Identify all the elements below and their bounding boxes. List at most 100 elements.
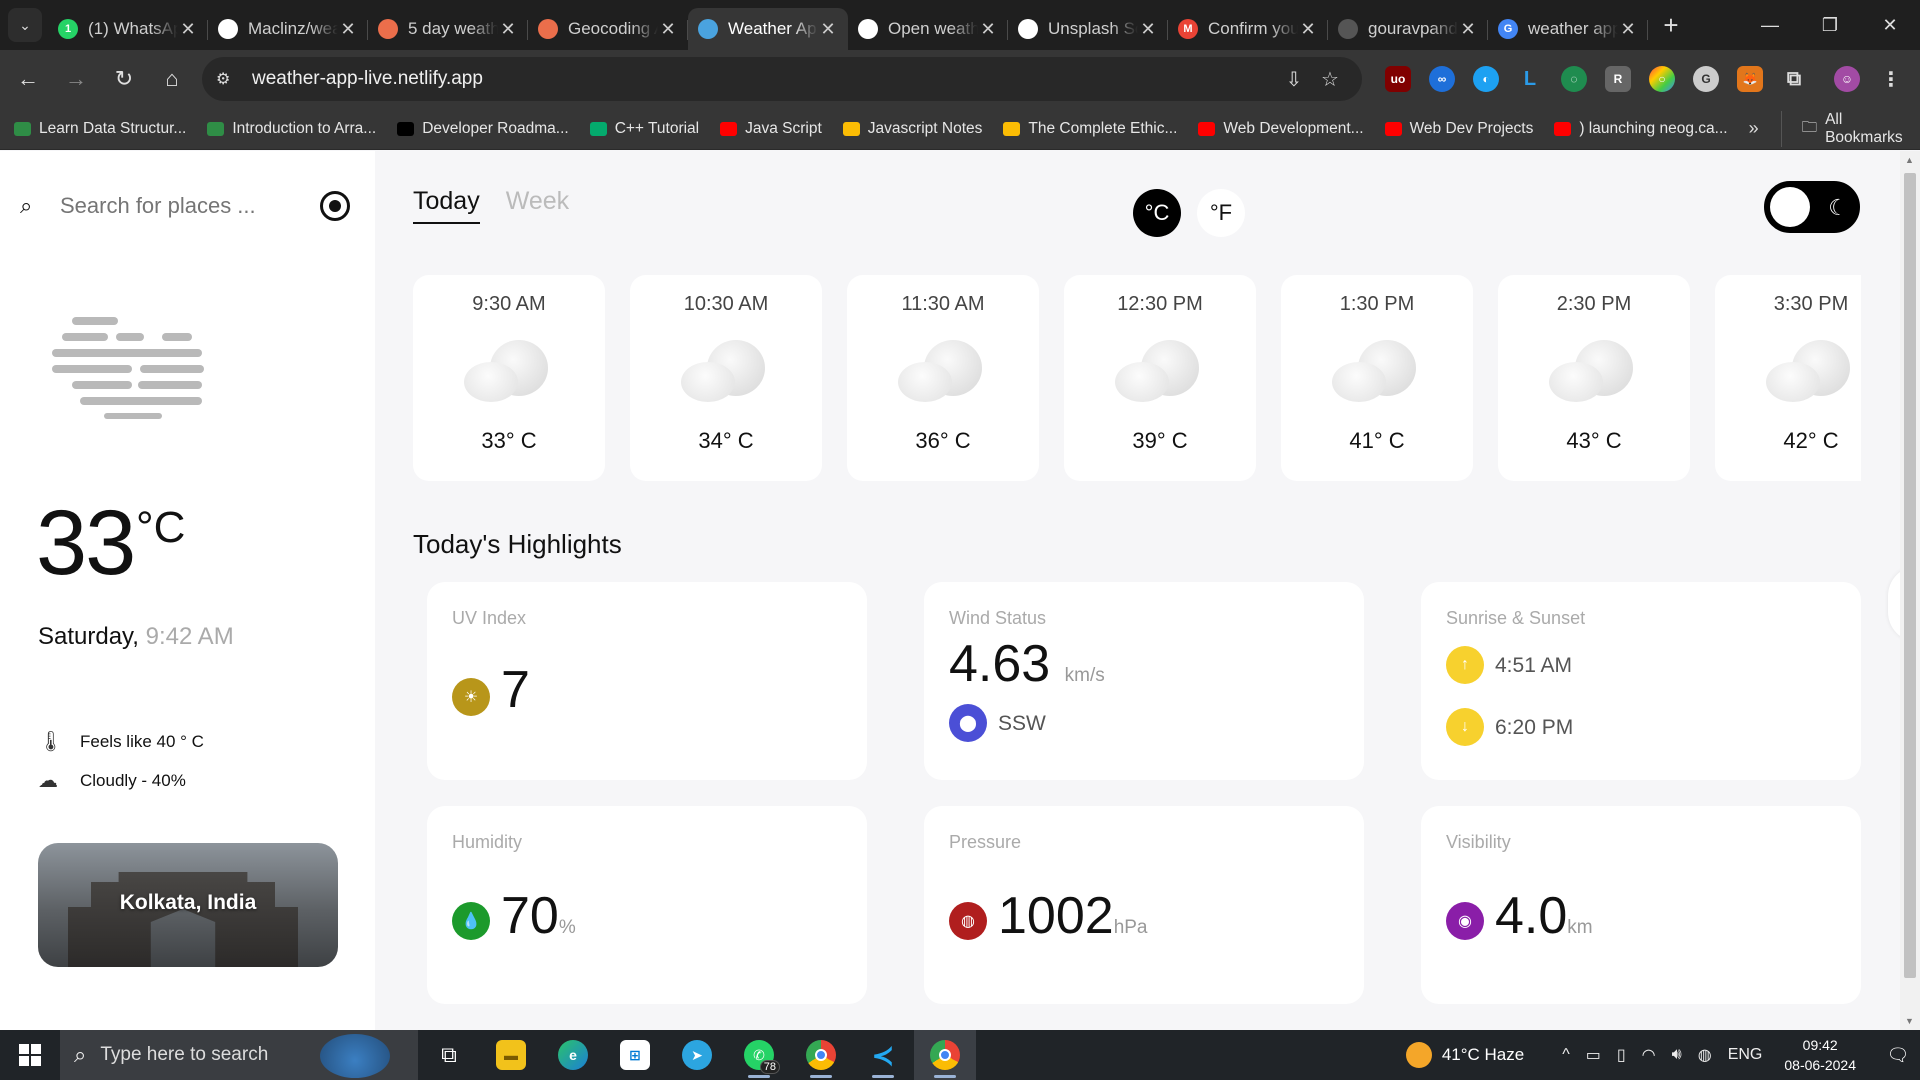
tab-today[interactable]: Today: [413, 187, 480, 224]
more-bookmarks-chevron-icon[interactable]: »: [1749, 118, 1759, 139]
home-button[interactable]: ⌂: [152, 59, 192, 99]
minimize-button[interactable]: —: [1740, 0, 1800, 50]
close-tab-icon[interactable]: ✕: [338, 19, 358, 40]
tab-search-button[interactable]: ⌄: [8, 8, 42, 42]
language-indicator[interactable]: ENG: [1728, 1046, 1763, 1064]
microsoft-store-icon[interactable]: ⊞: [604, 1030, 666, 1080]
notification-center-icon[interactable]: 🗨: [1876, 1030, 1920, 1080]
device-icon[interactable]: ▯: [1617, 1045, 1626, 1065]
battery-icon[interactable]: ▭: [1586, 1045, 1601, 1065]
volume-icon[interactable]: 🔊︎: [1672, 1046, 1682, 1064]
file-explorer-icon[interactable]: ▬: [480, 1030, 542, 1080]
extension-icon[interactable]: R: [1605, 66, 1631, 92]
close-window-button[interactable]: ✕: [1860, 0, 1920, 50]
site-info-icon[interactable]: ⚙: [216, 69, 242, 89]
profile-avatar[interactable]: ☺: [1834, 66, 1860, 92]
chrome-icon[interactable]: [790, 1030, 852, 1080]
cloud-icon: [898, 340, 988, 402]
close-tab-icon[interactable]: ✕: [1458, 19, 1478, 40]
bookmark-item[interactable]: The Complete Ethic...: [1003, 120, 1177, 138]
back-button[interactable]: ←: [8, 59, 48, 99]
bookmark-item[interactable]: Developer Roadma...: [397, 120, 569, 138]
bookmark-favicon-icon: [14, 121, 31, 136]
taskbar-clock[interactable]: 09:42 08-06-2024: [1784, 1035, 1856, 1075]
start-button[interactable]: [0, 1030, 60, 1080]
bookmark-item[interactable]: ) launching neog.ca...: [1554, 120, 1728, 138]
close-tab-icon[interactable]: ✕: [658, 19, 678, 40]
bookmark-item[interactable]: C++ Tutorial: [589, 120, 699, 138]
close-tab-icon[interactable]: ✕: [1298, 19, 1318, 40]
metamask-extension-icon[interactable]: 🦊: [1737, 66, 1763, 92]
all-bookmarks-button[interactable]: 🗀 All Bookmarks: [1780, 110, 1903, 147]
close-tab-icon[interactable]: ✕: [818, 19, 838, 40]
bookmark-item[interactable]: Learn Data Structur...: [14, 120, 186, 138]
browser-tab[interactable]: 1 (1) WhatsApp✕: [48, 8, 208, 50]
ublock-extension-icon[interactable]: uo: [1385, 66, 1411, 92]
extension-icon[interactable]: L: [1517, 66, 1543, 92]
browser-tab[interactable]: 5 day weather✕: [368, 8, 528, 50]
close-tab-icon[interactable]: ✕: [498, 19, 518, 40]
grammarly-extension-icon[interactable]: G: [1693, 66, 1719, 92]
browser-tab[interactable]: Geocoding API✕: [528, 8, 688, 50]
close-tab-icon[interactable]: ✕: [178, 19, 198, 40]
browser-tab-strip: ⌄ 1(1) WhatsApp✕Maclinz/weather✕5 day we…: [0, 0, 1920, 50]
browser-tab-title: gouravpandey: [1368, 19, 1458, 38]
celsius-button[interactable]: °C: [1133, 189, 1181, 237]
telegram-icon[interactable]: ➤: [666, 1030, 728, 1080]
extension-icon[interactable]: ◐: [1473, 66, 1499, 92]
bookmark-item[interactable]: Web Development...: [1198, 120, 1364, 138]
page-scrollbar[interactable]: ▲ ▼: [1900, 151, 1920, 1030]
close-tab-icon[interactable]: ✕: [1618, 19, 1638, 40]
bookmark-favicon-icon: [720, 121, 738, 136]
browser-tab[interactable]: Weather App ✕: [688, 8, 848, 50]
browser-tab[interactable]: Unsplash Source✕: [1008, 8, 1168, 50]
edge-icon[interactable]: e: [542, 1030, 604, 1080]
microphone-icon[interactable]: ◍: [1698, 1045, 1712, 1065]
current-location-icon[interactable]: [320, 191, 350, 221]
dark-mode-toggle[interactable]: ☾: [1764, 181, 1860, 233]
browser-tab[interactable]: Maclinz/weather✕: [208, 8, 368, 50]
restore-button[interactable]: ❐: [1800, 0, 1860, 50]
close-tab-icon[interactable]: ✕: [978, 19, 998, 40]
whatsapp-icon[interactable]: ✆ 78: [728, 1030, 790, 1080]
browser-tab[interactable]: Open weather✕: [848, 8, 1008, 50]
extension-icon[interactable]: ◌: [1561, 66, 1587, 92]
tab-week[interactable]: Week: [506, 187, 569, 224]
wifi-icon[interactable]: ◠: [1642, 1045, 1656, 1065]
forward-button[interactable]: →: [56, 59, 96, 99]
scroll-up-arrow-icon[interactable]: ▲: [1905, 155, 1914, 165]
browser-tab[interactable]: Gweather app ✕: [1488, 8, 1648, 50]
show-hidden-icons-chevron-icon[interactable]: ^: [1562, 1046, 1570, 1064]
vscode-icon[interactable]: ≺: [852, 1030, 914, 1080]
bookmark-item[interactable]: Web Dev Projects: [1384, 120, 1533, 138]
chrome-profile-icon[interactable]: [914, 1030, 976, 1080]
taskbar-weather-widget[interactable]: 41°C Haze: [1405, 1042, 1524, 1068]
taskbar-search-box[interactable]: ⌕ Type here to search: [60, 1030, 418, 1080]
extension-icon[interactable]: ○: [1649, 66, 1675, 92]
reload-button[interactable]: ↻: [104, 59, 144, 99]
scroll-down-arrow-icon[interactable]: ▼: [1905, 1016, 1914, 1026]
extension-icon[interactable]: ∞: [1429, 66, 1455, 92]
browser-menu-icon[interactable]: ⋮: [1878, 66, 1904, 92]
search-input[interactable]: [60, 193, 300, 219]
hourly-temperature: 36° C: [915, 428, 971, 453]
wind-speed: 4.63 km/s: [949, 634, 1105, 694]
scrollbar-thumb[interactable]: [1904, 173, 1916, 978]
task-view-icon[interactable]: ⧉: [418, 1030, 480, 1080]
browser-tab[interactable]: M Confirm your ✕: [1168, 8, 1328, 50]
bookmark-item[interactable]: Introduction to Arra...: [207, 120, 376, 138]
install-app-icon[interactable]: ⇩: [1276, 67, 1312, 92]
browser-tab[interactable]: gouravpandey✕: [1328, 8, 1488, 50]
new-tab-button[interactable]: +: [1654, 8, 1688, 42]
extensions-puzzle-icon[interactable]: ⧉: [1781, 66, 1807, 92]
url-text[interactable]: weather-app-live.netlify.app: [252, 68, 1276, 90]
close-tab-icon[interactable]: ✕: [1138, 19, 1158, 40]
bookmark-item[interactable]: Javascript Notes: [842, 120, 982, 138]
fahrenheit-button[interactable]: °F: [1197, 189, 1245, 237]
address-bar[interactable]: ⚙ weather-app-live.netlify.app ⇩ ☆: [202, 57, 1362, 101]
bookmark-item[interactable]: Java Script: [720, 120, 822, 138]
bookmark-star-icon[interactable]: ☆: [1312, 67, 1348, 92]
wind-status-card: Wind Status 4.63 km/s ⬤ SSW: [924, 582, 1364, 780]
hourly-temperature: 42° C: [1783, 428, 1839, 453]
search-icon: ⌕: [74, 1042, 87, 1067]
